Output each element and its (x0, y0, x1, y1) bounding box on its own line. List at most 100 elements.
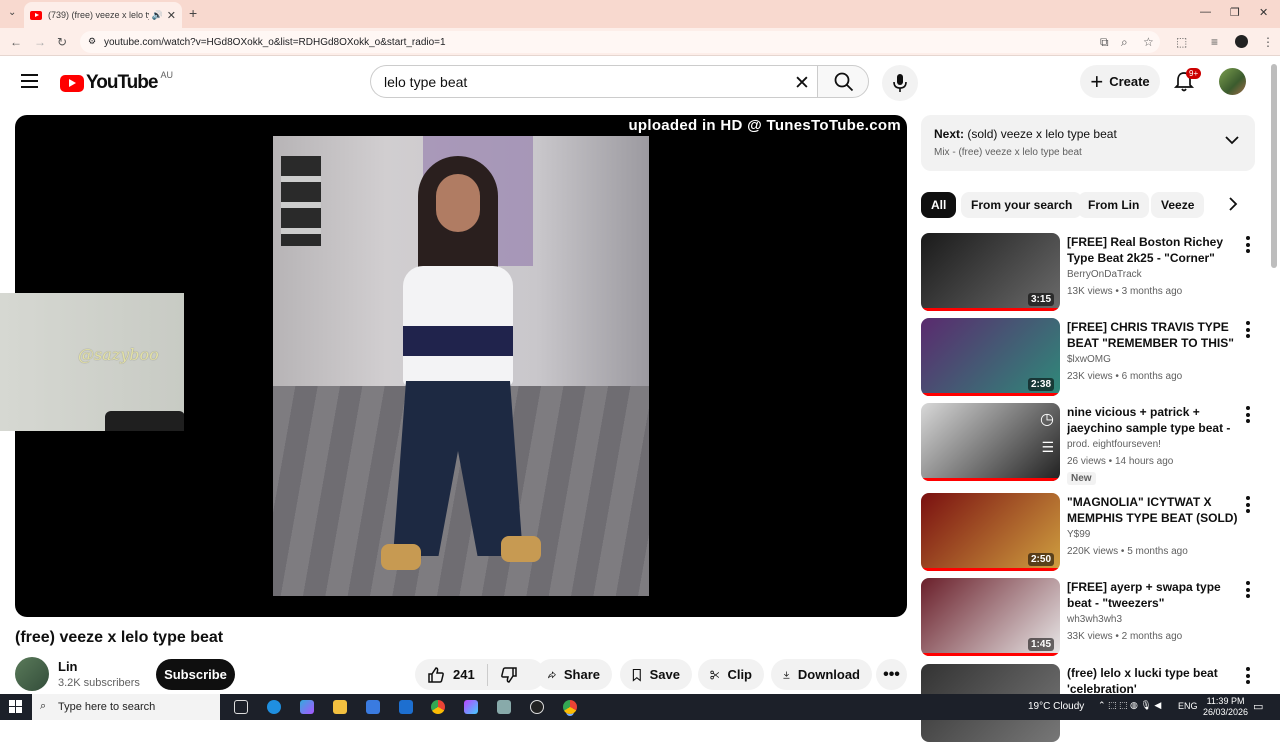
recommendation-channel[interactable]: wh3wh3wh3 (1067, 614, 1122, 625)
minimize-icon[interactable]: — (1200, 6, 1211, 18)
restore-icon[interactable]: ❐ (1230, 6, 1240, 19)
back-icon[interactable]: ← (10, 35, 22, 49)
logo-text: YouTube (86, 72, 158, 93)
share-button[interactable]: Share (536, 659, 612, 690)
channel-avatar[interactable] (15, 657, 49, 691)
recommendation-channel[interactable]: prod. eightfourseven! (1067, 439, 1161, 450)
install-icon[interactable]: ⧉ (1100, 35, 1109, 50)
app3-icon[interactable] (530, 700, 544, 714)
task-view-icon[interactable] (234, 700, 248, 714)
chip-from-lin[interactable]: From Lin (1078, 192, 1150, 218)
recommendation-item[interactable]: 2:50 "MAGNOLIA" ICYTWAT X MEMPHIS TYPE BE… (921, 493, 1261, 573)
new-tab-icon[interactable]: + (189, 5, 197, 21)
video-thumbnail[interactable]: 3:15 (921, 233, 1060, 311)
more-vertical-icon[interactable] (1246, 236, 1250, 256)
save-label: Save (649, 667, 680, 682)
chip-veeze[interactable]: Veeze (1151, 192, 1205, 218)
extensions-icon[interactable]: ⬚ (1176, 35, 1187, 49)
chrome-icon[interactable] (431, 700, 445, 714)
add-to-queue-icon[interactable]: ☰ (1041, 439, 1054, 456)
notification-center-icon[interactable]: ▭ (1253, 700, 1263, 713)
more-vertical-icon[interactable] (1246, 667, 1250, 687)
site-info-icon[interactable]: ⚙ (88, 36, 96, 47)
recommendation-title[interactable]: [FREE] Real Boston Richey Type Beat 2k25… (1067, 234, 1239, 266)
weather-widget[interactable]: 19°C Cloudy (1028, 701, 1084, 712)
mail-icon[interactable] (399, 700, 413, 714)
recommendation-title[interactable]: [FREE] CHRIS TRAVIS TYPE BEAT "REMEMBER … (1067, 319, 1239, 351)
chevron-down-icon[interactable] (1225, 135, 1239, 145)
forward-icon[interactable]: → (34, 35, 46, 49)
file-explorer-icon[interactable] (333, 700, 347, 714)
recommendation-title[interactable]: [FREE] ayerp + swapa type beat - "tweeze… (1067, 579, 1239, 611)
recommendation-title[interactable]: (free) lelo x lucki type beat 'celebrati… (1067, 665, 1239, 697)
video-thumbnail[interactable]: 2:38 (921, 318, 1060, 396)
store-icon[interactable] (366, 700, 380, 714)
save-button[interactable]: Save (620, 659, 692, 690)
video-thumbnail[interactable]: 2:50 (921, 493, 1060, 571)
page-scrollbar[interactable] (1271, 64, 1277, 268)
recommendation-item[interactable]: 3:15 [FREE] Real Boston Richey Type Beat … (921, 233, 1261, 313)
speaker-icon[interactable]: 🔊 (152, 10, 163, 21)
voice-search-button[interactable] (882, 65, 918, 101)
create-button[interactable]: + Create (1080, 65, 1160, 98)
edge-icon[interactable] (267, 700, 281, 714)
app2-icon[interactable] (497, 700, 511, 714)
recommendation-channel[interactable]: $lxwOMG (1067, 354, 1111, 365)
youtube-logo[interactable]: YouTube AU (60, 70, 173, 94)
url-field[interactable]: ⚙ youtube.com/watch?v=HGd8OXokk_o&list=R… (80, 31, 1160, 53)
tab-close-icon[interactable]: ✕ (167, 9, 176, 22)
recommendation-item[interactable]: 2:38 [FREE] CHRIS TRAVIS TYPE BEAT "REMEM… (921, 318, 1261, 398)
more-actions-button[interactable]: ••• (876, 659, 907, 690)
recommendation-item[interactable]: ◷ ☰ nine vicious + patrick + jaeychino sam… (921, 403, 1261, 485)
more-vertical-icon[interactable] (1246, 581, 1250, 601)
clock-time: 11:39 PM (1206, 696, 1245, 706)
tab-list-icon[interactable]: ⌄ (8, 7, 16, 18)
profile-avatar[interactable] (1235, 35, 1248, 48)
up-next-panel[interactable]: Next: (sold) veeze x lelo type beat Mix … (921, 115, 1255, 171)
like-button[interactable]: 241 (415, 659, 487, 690)
watch-later-icon[interactable]: ◷ (1040, 409, 1054, 429)
language-indicator[interactable]: ENG (1178, 701, 1198, 711)
clear-search-icon[interactable]: ✕ (794, 72, 810, 95)
clip-label: Clip (727, 667, 752, 682)
app-icon[interactable] (464, 700, 478, 714)
recommendation-channel[interactable]: Y$99 (1067, 529, 1090, 540)
download-button[interactable]: Download (771, 659, 872, 690)
more-vertical-icon[interactable] (1246, 496, 1250, 516)
copilot-icon[interactable] (300, 700, 314, 714)
recommendation-channel[interactable]: BerryOnDaTrack (1067, 269, 1142, 280)
bookmark-star-icon[interactable]: ☆ (1143, 35, 1154, 49)
account-avatar[interactable] (1219, 68, 1246, 95)
more-vertical-icon[interactable] (1246, 321, 1250, 341)
media-icon[interactable]: ≡ (1211, 35, 1218, 49)
recommendation-title[interactable]: nine vicious + patrick + jaeychino sampl… (1067, 404, 1239, 438)
chrome-active-icon[interactable] (563, 700, 577, 714)
recommendation-item[interactable]: 1:45 [FREE] ayerp + swapa type beat - "tw… (921, 578, 1261, 658)
chevron-right-icon[interactable] (1228, 197, 1238, 211)
up-next-title-line: Next: (sold) veeze x lelo type beat (934, 127, 1117, 141)
hamburger-menu-icon[interactable] (21, 74, 38, 88)
dislike-button[interactable] (488, 659, 538, 690)
zoom-icon[interactable]: ⌕ (1121, 35, 1128, 50)
clip-button[interactable]: Clip (698, 659, 764, 690)
recommendation-title[interactable]: "MAGNOLIA" ICYTWAT X MEMPHIS TYPE BEAT (… (1067, 494, 1239, 526)
new-badge: New (1067, 472, 1096, 485)
channel-name[interactable]: Lin (58, 659, 78, 674)
browser-menu-icon[interactable]: ⋮ (1262, 35, 1274, 49)
windows-start-icon[interactable] (9, 700, 22, 713)
taskbar-search-input[interactable]: ⌕ Type here to search (32, 694, 220, 720)
taskbar-clock[interactable]: 11:39 PM 26/03/2026 (1203, 696, 1248, 718)
browser-tab[interactable]: (739) (free) veeze x lelo typ 🔊 ✕ (24, 2, 182, 28)
video-thumbnail[interactable]: 1:45 (921, 578, 1060, 656)
search-button[interactable] (817, 65, 869, 98)
window-close-icon[interactable]: ✕ (1259, 6, 1268, 19)
video-thumbnail[interactable]: ◷ ☰ (921, 403, 1060, 481)
search-input[interactable]: lelo type beat (370, 65, 818, 98)
more-vertical-icon[interactable] (1246, 406, 1250, 426)
country-code: AU (160, 70, 173, 80)
chip-from-search[interactable]: From your search (961, 192, 1083, 218)
reload-icon[interactable]: ↻ (57, 35, 67, 49)
chip-all[interactable]: All (921, 192, 957, 218)
subscribe-button[interactable]: Subscribe (156, 659, 235, 690)
tray-icons[interactable]: ⌃ ⬚ ⬚ ◍ 🎙 ◀ (1098, 700, 1161, 711)
